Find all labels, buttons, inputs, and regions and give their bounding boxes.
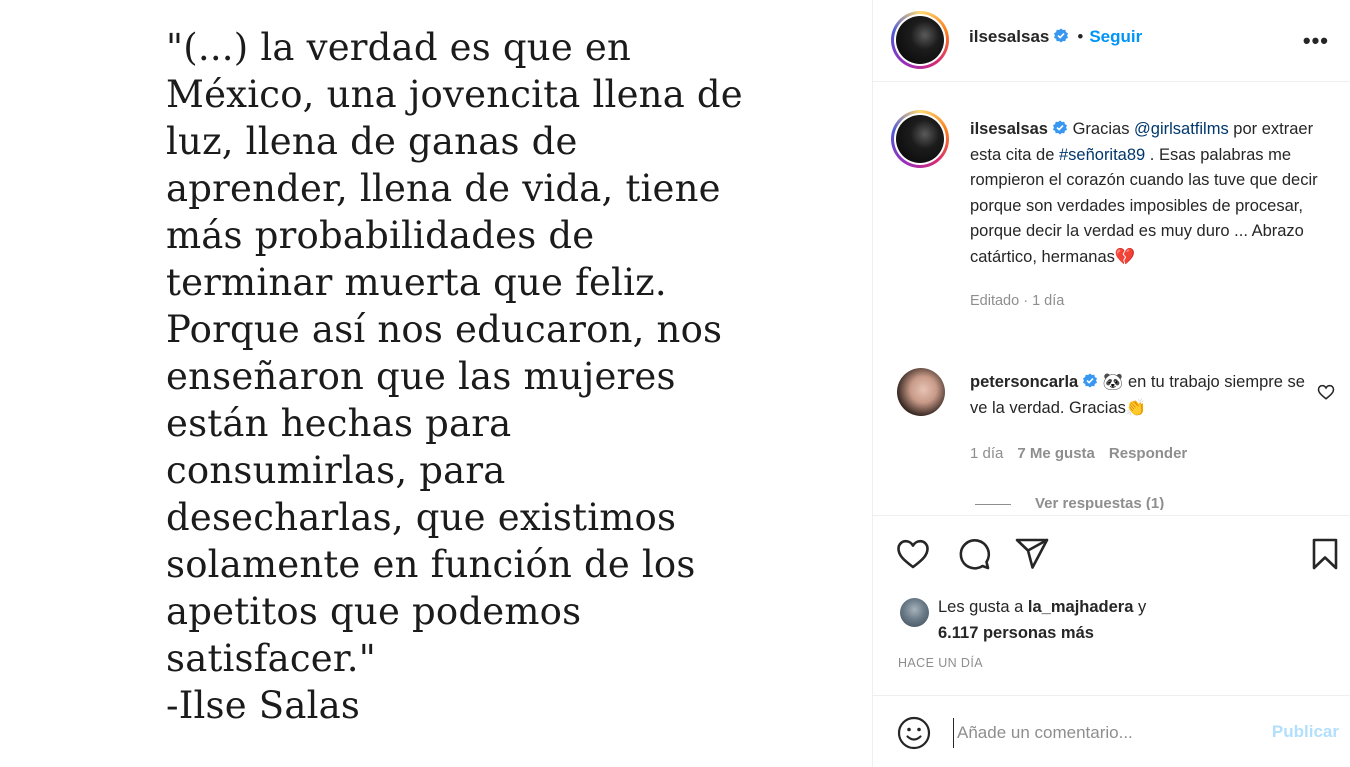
caption-avatar[interactable] — [891, 110, 949, 168]
quote-line: "(...) la verdad es que en — [166, 26, 632, 69]
comment: petersoncarla 🐼 en tu trabajo siempre se… — [970, 370, 1310, 421]
commenter-avatar[interactable] — [897, 368, 945, 416]
share-send-icon[interactable] — [1014, 536, 1050, 572]
quote-line: Porque así nos educaron, nos — [166, 308, 723, 351]
like-comment-heart-icon[interactable] — [1317, 383, 1335, 401]
quote-line: terminar muerta que feliz. — [166, 261, 667, 304]
follow-button[interactable]: Seguir — [1089, 27, 1142, 46]
reply-button[interactable]: Responder — [1109, 445, 1187, 462]
caption-meta: Editado · 1 día — [970, 293, 1065, 309]
quote-line: aprender, llena de vida, tiene — [166, 167, 721, 210]
commenter-username[interactable]: petersoncarla — [970, 373, 1078, 391]
quote-line: consumirlas, para — [166, 449, 506, 492]
author-username[interactable]: ilsesalsas — [969, 27, 1049, 46]
likes-summary: Les gusta a la_majhadera y 6.117 persona… — [938, 594, 1318, 646]
post-image[interactable]: "(...) la verdad es que en México, una j… — [0, 0, 872, 767]
post-header: ilsesalsas • Seguir ••• — [873, 0, 1350, 82]
comment-input[interactable] — [953, 718, 1253, 748]
post-side-panel: ilsesalsas • Seguir ••• ilsesalsas Gracias… — [872, 0, 1350, 767]
quote-line: luz, llena de ganas de — [166, 120, 578, 163]
like-heart-icon[interactable] — [895, 536, 931, 572]
comment-bubble-icon[interactable] — [956, 536, 992, 572]
liker-username[interactable]: la_majhadera — [1028, 598, 1133, 616]
quote-line: enseñaron que las mujeres — [166, 355, 676, 398]
caption-username[interactable]: ilsesalsas — [970, 120, 1048, 138]
mention-link[interactable]: @girlsatfilms — [1134, 120, 1229, 138]
verified-badge-icon — [1054, 28, 1069, 43]
quote-line: México, una jovencita llena de — [166, 73, 743, 116]
divider — [975, 503, 1011, 505]
quote-line: satisfacer." — [166, 637, 376, 680]
publish-button[interactable]: Publicar — [1272, 722, 1339, 742]
save-bookmark-icon[interactable] — [1307, 536, 1343, 572]
hashtag-link[interactable]: #señorita89 — [1059, 146, 1145, 164]
caption-text: Gracias — [1072, 120, 1135, 138]
view-replies-label: Ver respuestas (1) — [1035, 495, 1165, 510]
quote-line: desecharlas, que existimos — [166, 496, 677, 539]
verified-badge-icon — [1053, 120, 1067, 135]
likes-middle: y — [1133, 598, 1147, 616]
likes-prefix: Les gusta a — [938, 598, 1028, 616]
view-replies-button[interactable]: Ver respuestas (1) — [975, 494, 1164, 510]
caption: ilsesalsas Gracias @girlsatfilms por ext… — [970, 117, 1335, 315]
emoji-smiley-icon[interactable] — [897, 716, 931, 750]
author-avatar[interactable] — [891, 11, 949, 69]
add-comment-bar: Publicar — [873, 695, 1350, 767]
comment-time: 1 día — [970, 445, 1004, 462]
more-options-icon[interactable]: ••• — [1303, 28, 1329, 54]
post-timestamp[interactable]: HACE UN DÍA — [898, 656, 983, 670]
liker-avatar[interactable] — [900, 598, 929, 627]
quote-text: "(...) la verdad es que en México, una j… — [166, 24, 766, 729]
post-actions: Les gusta a la_majhadera y 6.117 persona… — [873, 515, 1350, 695]
quote-line: -Ilse Salas — [166, 684, 361, 727]
quote-line: solamente en función de los — [166, 543, 696, 586]
quote-line: apetitos que podemos — [166, 590, 582, 633]
separator-dot: • — [1077, 27, 1084, 46]
comment-meta: 1 día 7 Me gusta Responder — [970, 445, 1201, 462]
quote-line: están hechas para — [166, 402, 512, 445]
likes-count[interactable]: 6.117 personas más — [938, 624, 1094, 642]
comment-likes-count[interactable]: 7 Me gusta — [1017, 445, 1095, 462]
quote-line: más probabilidades de — [166, 214, 595, 257]
verified-badge-icon — [1083, 373, 1098, 388]
comments-area[interactable]: ilsesalsas Gracias @girlsatfilms por ext… — [873, 83, 1350, 515]
